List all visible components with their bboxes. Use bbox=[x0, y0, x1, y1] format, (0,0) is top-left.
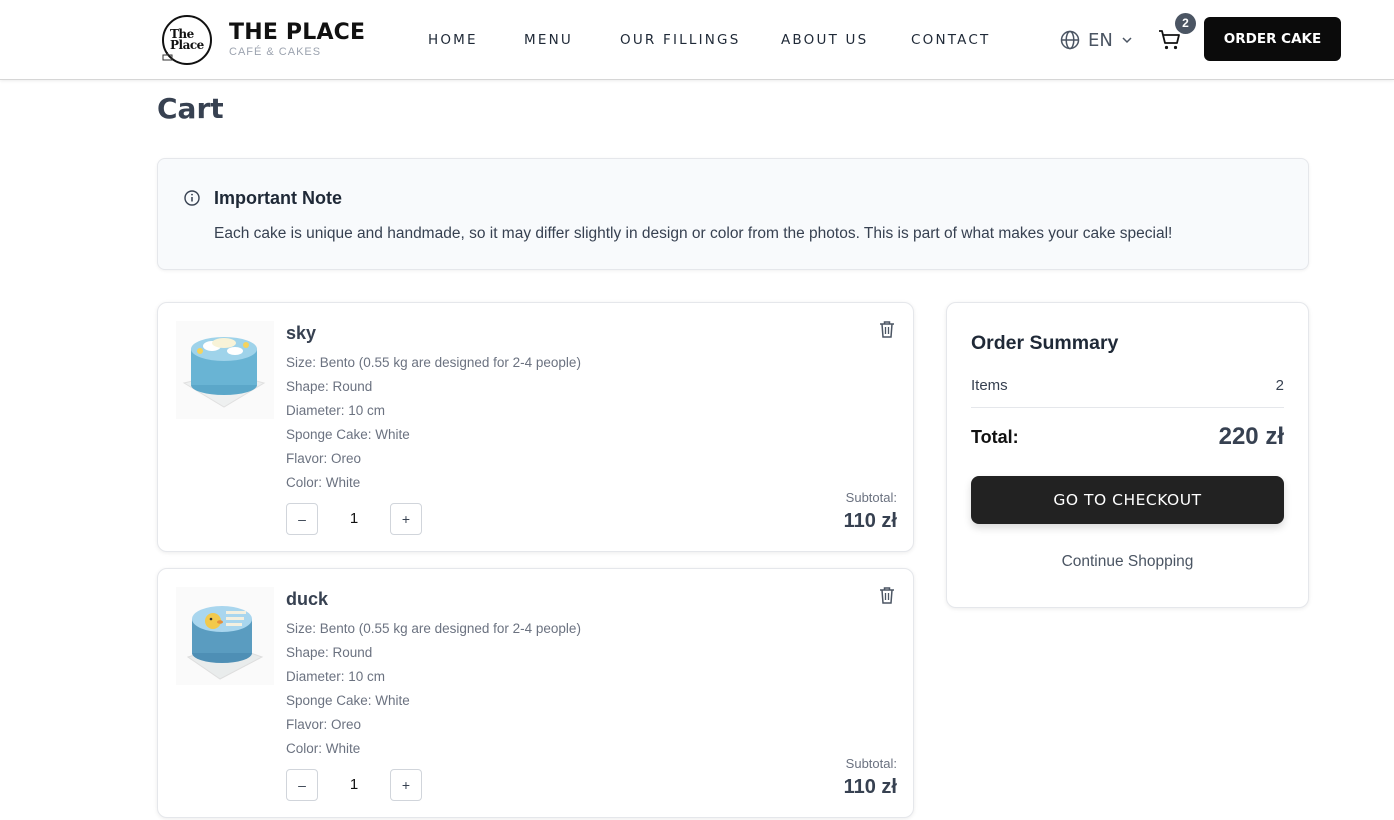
summary-divider bbox=[971, 407, 1284, 408]
site-header: The Place THE PLACE CAFÉ & CAKES HOME MEN… bbox=[0, 0, 1394, 80]
page-title: Cart bbox=[157, 92, 224, 125]
item-sponge: Sponge Cake: White bbox=[286, 427, 410, 442]
chevron-down-icon bbox=[1122, 37, 1132, 44]
item-size: Size: Bento (0.55 kg are designed for 2-… bbox=[286, 355, 581, 370]
item-shape: Shape: Round bbox=[286, 645, 373, 660]
item-diameter: Diameter: 10 cm bbox=[286, 669, 386, 684]
item-name: sky bbox=[286, 323, 317, 343]
cart-item-sky: sky Size: Bento (0.55 kg are designed fo… bbox=[157, 302, 914, 552]
quantity-value: 1 bbox=[349, 510, 359, 527]
summary-title: Order Summary bbox=[971, 332, 1119, 354]
language-selector[interactable]: EN bbox=[1060, 27, 1133, 53]
item-diameter: Diameter: 10 cm bbox=[286, 403, 386, 418]
brand-subtitle: CAFÉ & CAKES bbox=[229, 46, 322, 58]
subtotal-label: Subtotal: bbox=[845, 756, 897, 771]
increase-quantity-button[interactable]: + bbox=[390, 769, 422, 801]
subtotal-value: 110 zł bbox=[843, 776, 897, 798]
summary-total-value: 220 zł bbox=[1218, 423, 1284, 450]
brand-title[interactable]: THE PLACE bbox=[229, 20, 365, 45]
item-color: Color: White bbox=[286, 475, 361, 490]
logo[interactable]: The Place bbox=[162, 15, 212, 65]
summary-items-label: Items bbox=[971, 377, 1008, 394]
cart-item-duck: duck Size: Bento (0.55 kg are designed f… bbox=[157, 568, 914, 818]
subtotal-label: Subtotal: bbox=[845, 490, 897, 505]
summary-total-label: Total: bbox=[971, 427, 1019, 447]
nav-about-us[interactable]: ABOUT US bbox=[781, 32, 868, 48]
decrease-quantity-button[interactable]: – bbox=[286, 769, 318, 801]
item-size: Size: Bento (0.55 kg are designed for 2-… bbox=[286, 621, 581, 636]
item-shape: Shape: Round bbox=[286, 379, 373, 394]
go-to-checkout-button[interactable]: GO TO CHECKOUT bbox=[971, 476, 1284, 524]
important-note: Important Note Each cake is unique and h… bbox=[157, 158, 1309, 270]
globe-icon bbox=[1060, 30, 1080, 50]
nav-our-fillings[interactable]: OUR FILLINGS bbox=[620, 32, 740, 48]
note-text: Each cake is unique and handmade, so it … bbox=[214, 225, 1173, 242]
nav-home[interactable]: HOME bbox=[428, 32, 478, 48]
item-sponge: Sponge Cake: White bbox=[286, 693, 410, 708]
nav-menu[interactable]: MENU bbox=[524, 32, 573, 48]
info-icon bbox=[184, 190, 200, 206]
increase-quantity-button[interactable]: + bbox=[390, 503, 422, 535]
subtotal-value: 110 zł bbox=[843, 510, 897, 532]
item-flavor: Flavor: Oreo bbox=[286, 451, 362, 466]
order-summary: Order Summary Items 2 Total: 220 zł GO T… bbox=[946, 302, 1309, 608]
order-cake-button[interactable]: ORDER CAKE bbox=[1204, 17, 1341, 61]
continue-shopping-link[interactable]: Continue Shopping bbox=[971, 553, 1284, 571]
cart-count-badge: 2 bbox=[1175, 13, 1196, 34]
trash-icon[interactable] bbox=[877, 319, 897, 339]
item-color: Color: White bbox=[286, 741, 361, 756]
nav-contact[interactable]: CONTACT bbox=[911, 32, 990, 48]
quantity-value: 1 bbox=[349, 776, 359, 793]
sky-cake-image[interactable] bbox=[176, 321, 274, 419]
summary-items-value: 2 bbox=[1275, 377, 1284, 394]
item-flavor: Flavor: Oreo bbox=[286, 717, 362, 732]
trash-icon[interactable] bbox=[877, 585, 897, 605]
note-title: Important Note bbox=[214, 188, 342, 208]
logo-text: The Place bbox=[170, 27, 204, 52]
item-name: duck bbox=[286, 589, 329, 609]
duck-cake-image[interactable] bbox=[176, 587, 274, 685]
cake-icon bbox=[162, 52, 173, 61]
decrease-quantity-button[interactable]: – bbox=[286, 503, 318, 535]
language-label: EN bbox=[1088, 29, 1113, 51]
